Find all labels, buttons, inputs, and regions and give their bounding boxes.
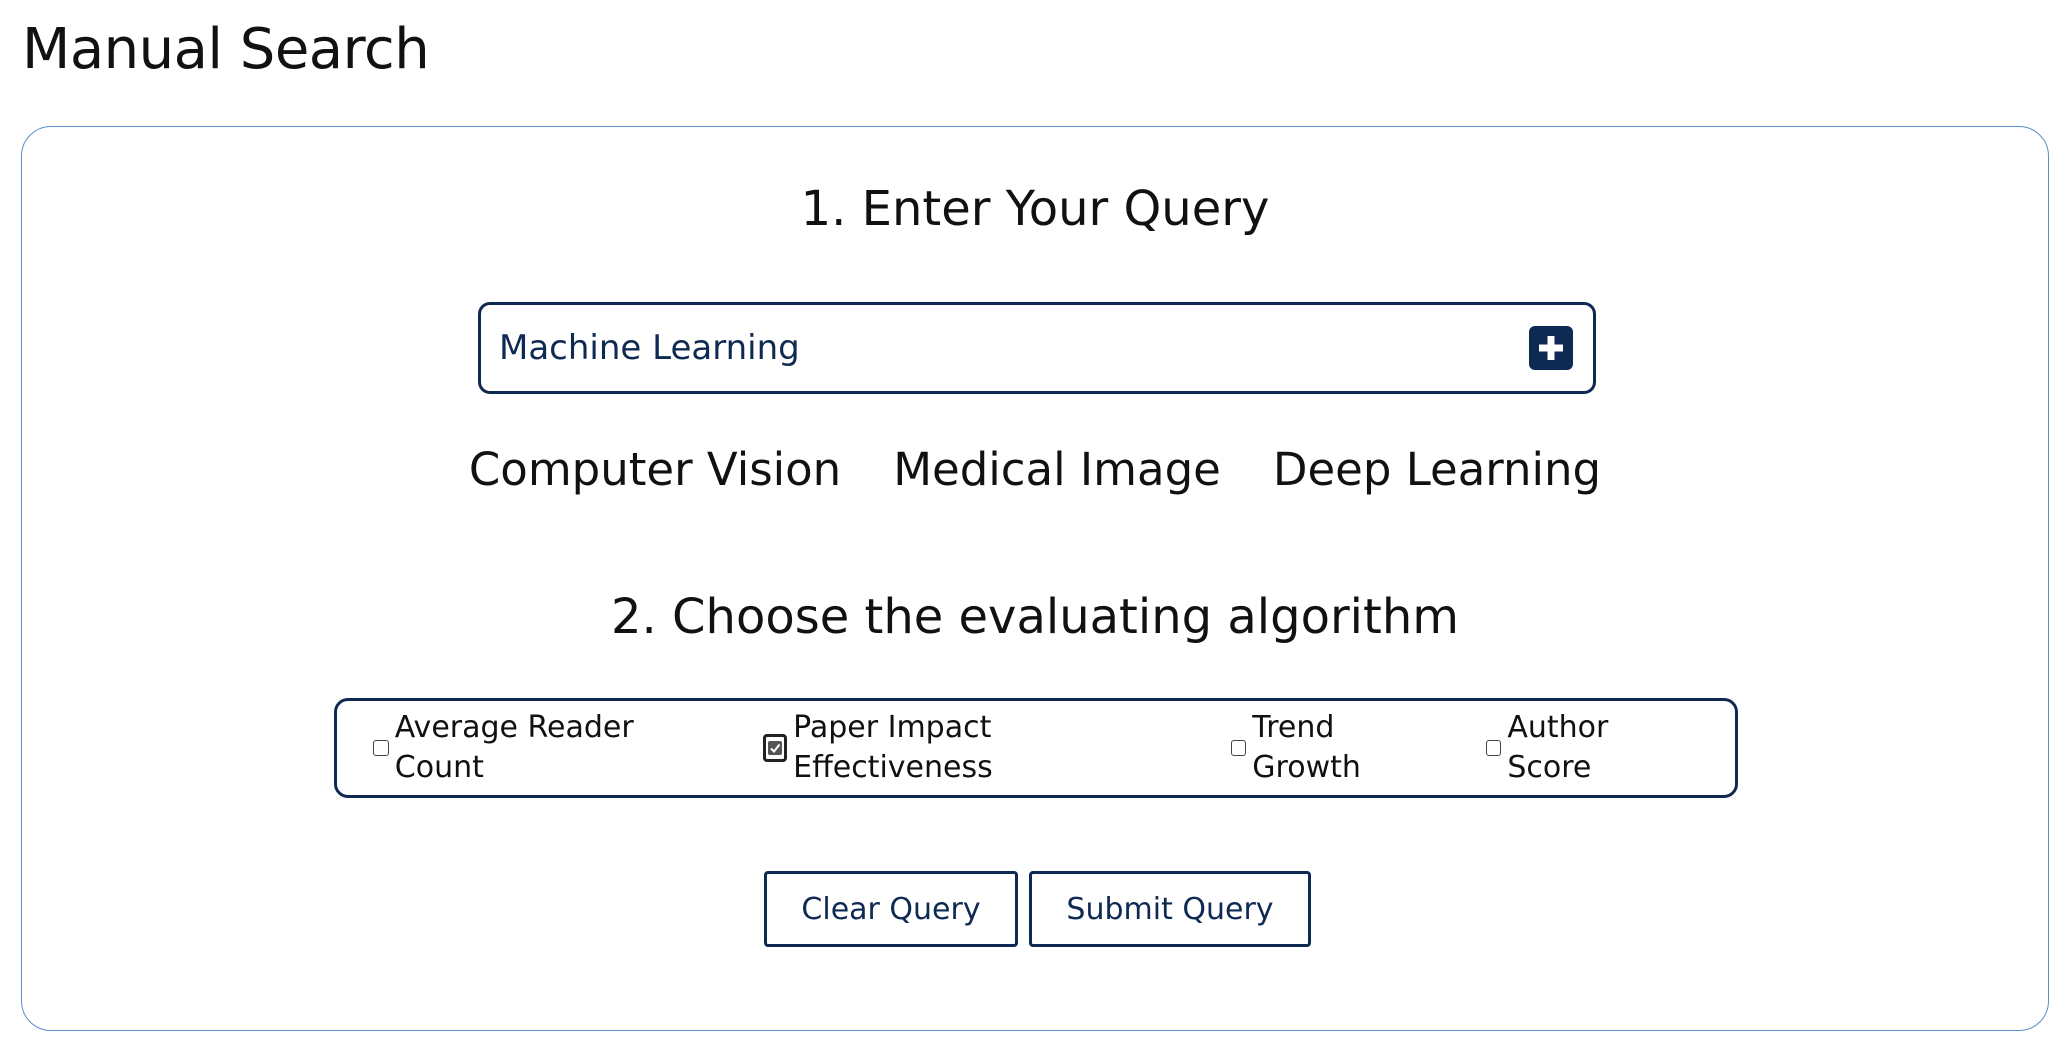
option-label: Trend Growth bbox=[1252, 710, 1361, 785]
submit-query-button[interactable]: Submit Query bbox=[1029, 871, 1311, 947]
paper-impact-effectiveness-checkbox[interactable] bbox=[763, 734, 788, 762]
option-label: Average Reader Count bbox=[394, 710, 634, 785]
option-author-score[interactable]: Author Score bbox=[1485, 708, 1699, 788]
author-score-checkbox[interactable] bbox=[1485, 740, 1502, 756]
average-reader-count-checkbox[interactable] bbox=[373, 740, 389, 756]
trend-growth-checkbox[interactable] bbox=[1230, 740, 1247, 756]
option-paper-impact-effectiveness[interactable]: Paper Impact Effectiveness bbox=[763, 708, 1194, 788]
option-average-reader-count[interactable]: Average Reader Count bbox=[373, 708, 727, 788]
option-trend-growth[interactable]: Trend Growth bbox=[1230, 708, 1450, 788]
suggestion-computer-vision[interactable]: Computer Vision bbox=[469, 439, 841, 501]
add-keyword-button[interactable] bbox=[1529, 326, 1573, 370]
clear-query-button[interactable]: Clear Query bbox=[764, 871, 1018, 947]
option-label: Author Score bbox=[1507, 710, 1609, 785]
algorithm-options: Average Reader Count Paper Impact Effect… bbox=[334, 698, 1738, 798]
suggestion-medical-image[interactable]: Medical Image bbox=[893, 439, 1221, 501]
manual-search-panel: 1. Enter Your Query Computer Vision Medi… bbox=[21, 126, 2049, 1031]
suggestion-deep-learning[interactable]: Deep Learning bbox=[1273, 439, 1601, 501]
page-title: Manual Search bbox=[22, 17, 430, 82]
plus-square-icon bbox=[1539, 336, 1563, 360]
query-input-container bbox=[478, 302, 1596, 394]
option-label: Paper Impact Effectiveness bbox=[793, 710, 993, 785]
checkmark-icon bbox=[768, 741, 783, 755]
query-input[interactable] bbox=[499, 319, 1439, 377]
algorithm-step-heading: 2. Choose the evaluating algorithm bbox=[610, 589, 1460, 645]
query-step-heading: 1. Enter Your Query bbox=[800, 181, 1270, 237]
suggested-keywords: Computer Vision Medical Image Deep Learn… bbox=[22, 439, 2048, 501]
